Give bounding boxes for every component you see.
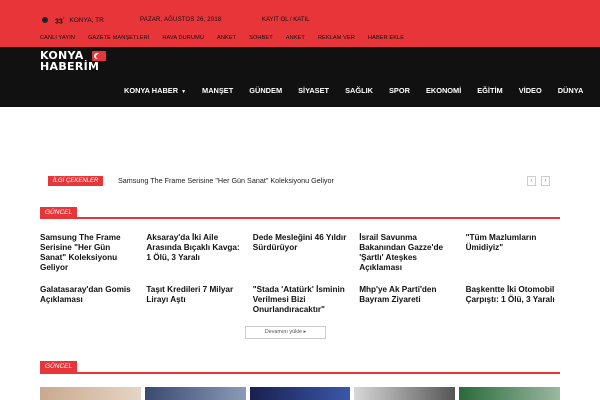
article-grid: Samsung The Frame Serisine "Her Gün Sana…	[40, 233, 560, 315]
nav-ekonomi[interactable]: EKONOMİ	[426, 86, 461, 95]
top-menu-live[interactable]: CANLI YAYIN	[40, 35, 75, 41]
article-title[interactable]: "Tüm Mazlumların Ümidiyiz"	[466, 233, 560, 273]
site-logo[interactable]: KONYA HABERİM	[40, 50, 108, 74]
article-thumbnail[interactable]	[354, 387, 456, 400]
nav-manset[interactable]: MANŞET	[202, 86, 233, 95]
article-thumbnail[interactable]	[249, 387, 351, 400]
main-nav: KONYA HABER ▼ MANŞET GÜNDEM SİYASET SAĞLI…	[124, 86, 599, 95]
logo-line-2: HABERİM	[40, 60, 100, 73]
top-bar: 33° KONYA, TR PAZAR, AĞUSTOS 26, 2018 KA…	[0, 0, 600, 47]
nav-spor[interactable]: SPOR	[389, 86, 410, 95]
top-menu-weather[interactable]: HAVA DURUMU	[162, 35, 204, 41]
flag-icon	[92, 51, 106, 61]
top-menu-poll-2[interactable]: ANKET	[286, 35, 305, 41]
nav-gundem[interactable]: GÜNDEM	[249, 86, 282, 95]
nav-saglik[interactable]: SAĞLIK	[345, 86, 373, 95]
section-divider-2	[40, 372, 560, 374]
top-menu-advertise[interactable]: REKLAM VER	[318, 35, 355, 41]
top-menu-newspapers[interactable]: GAZETE MANŞETLERİ	[88, 35, 149, 41]
article-title[interactable]: "Stada 'Atatürk' İsminin Verilmesi Bizi …	[253, 285, 347, 315]
site-header: KONYA HABERİM KONYA HABER ▼ MANŞET GÜNDEM…	[0, 47, 600, 107]
load-more-button[interactable]: Devamını yükle ▸	[245, 326, 326, 339]
ticker-prev-button[interactable]: ‹	[527, 176, 536, 186]
article-title[interactable]: Samsung The Frame Serisine "Her Gün Sana…	[40, 233, 134, 273]
thumbnail-row	[40, 387, 560, 400]
chevron-down-icon: ▼	[181, 89, 187, 95]
ticker-headline[interactable]: Samsung The Frame Serisine "Her Gün Sana…	[118, 176, 334, 185]
top-menu: CANLI YAYIN GAZETE MANŞETLERİ HAVA DURUM…	[40, 35, 417, 41]
nav-egitim[interactable]: EĞİTİM	[477, 86, 502, 95]
nav-dunya[interactable]: DÜNYA	[558, 86, 584, 95]
article-thumbnail[interactable]	[144, 387, 246, 400]
current-date: PAZAR, AĞUSTOS 26, 2018	[140, 17, 222, 23]
article-title[interactable]: Başkentte İki Otomobil Çarpıştı: 1 Ölü, …	[466, 285, 560, 315]
article-title[interactable]: Taşıt Kredileri 7 Milyar Lirayı Aştı	[146, 285, 240, 315]
section-title-2: GÜNCEL	[40, 361, 78, 373]
nav-siyaset[interactable]: SİYASET	[298, 86, 329, 95]
section-divider	[40, 217, 560, 219]
top-menu-chat[interactable]: SOHBET	[249, 35, 273, 41]
temperature: 33°	[55, 16, 65, 26]
article-title[interactable]: Dede Mesleğini 46 Yıldır Sürdürüyor	[253, 233, 347, 273]
article-title[interactable]: Mhp'ye Ak Parti'den Bayram Ziyareti	[359, 285, 453, 315]
top-menu-poll[interactable]: ANKET	[217, 35, 236, 41]
article-title[interactable]: Aksaray'da İki Aile Arasında Bıçaklı Kav…	[146, 233, 240, 273]
weather-city: KONYA, TR	[69, 17, 104, 25]
ticker-next-button[interactable]: ›	[541, 176, 550, 186]
ticker-label: İLGİ ÇEKENLER	[48, 176, 104, 186]
weather-cloud-icon	[40, 16, 50, 25]
login-link[interactable]: KAYIT OL / KATIL	[262, 17, 309, 23]
chevron-right-icon: ▸	[303, 329, 307, 335]
article-title[interactable]: İsrail Savunma Bakanından Gazze'de 'Şart…	[359, 233, 453, 273]
weather-widget[interactable]: 33° KONYA, TR	[40, 16, 104, 25]
article-title[interactable]: Galatasaray'dan Gomis Açıklaması	[40, 285, 134, 315]
nav-konya-haber[interactable]: KONYA HABER ▼	[124, 86, 186, 95]
article-thumbnail[interactable]	[459, 387, 560, 400]
section-title: GÜNCEL	[40, 207, 78, 219]
nav-video[interactable]: VİDEO	[519, 86, 542, 95]
article-thumbnail[interactable]	[40, 387, 141, 400]
top-menu-add-news[interactable]: HABER EKLE	[368, 35, 404, 41]
